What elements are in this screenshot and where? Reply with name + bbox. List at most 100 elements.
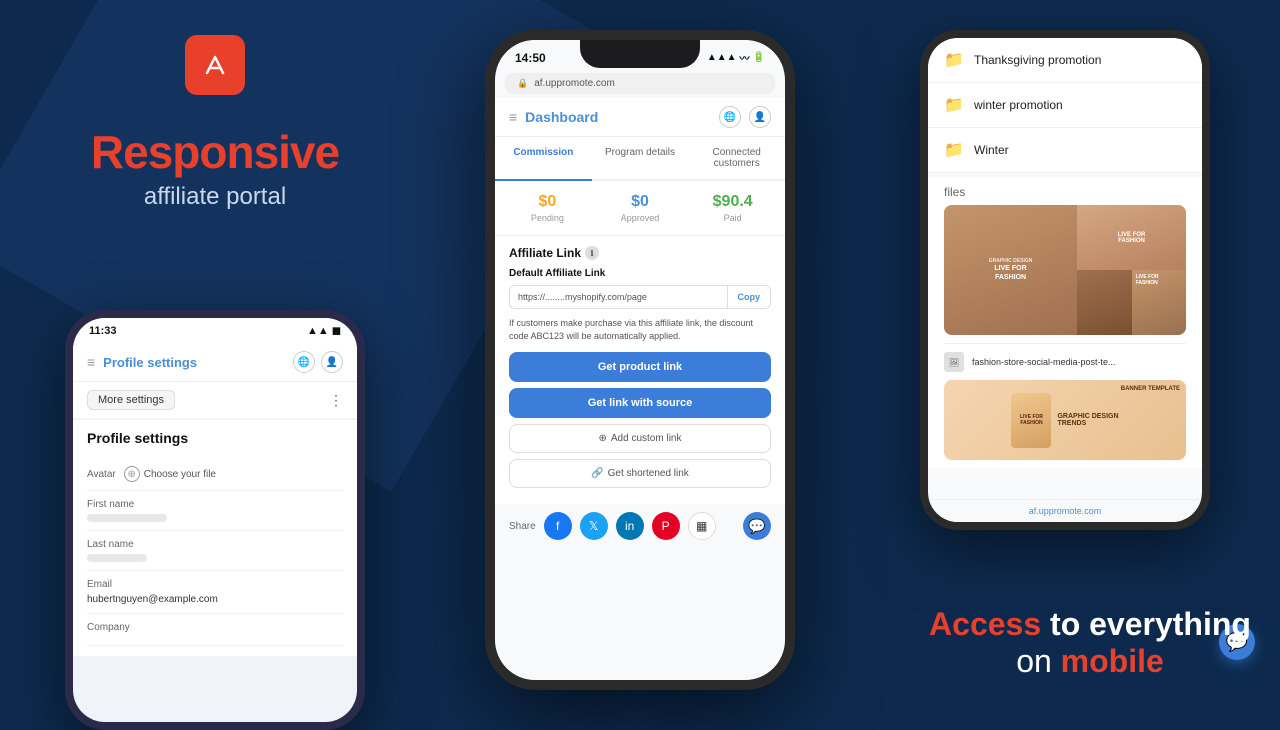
left-phone-icons: ▲▲ ◼ — [307, 324, 341, 337]
copy-btn[interactable]: Copy — [727, 286, 771, 308]
dashboard-nav: ≡ Dashboard 🌐 👤 — [495, 98, 785, 137]
link-input-row: https://........myshopify.com/page Copy — [509, 285, 771, 309]
nav-icons: 🌐 👤 — [293, 351, 343, 373]
mobile-accent-word: mobile — [1061, 643, 1164, 679]
access-accent-word: Access — [929, 606, 1041, 642]
right-phone-url-bar: af.uppromote.com — [928, 499, 1202, 522]
lock-icon: 🔒 — [517, 78, 528, 89]
pinterest-share-btn[interactable]: P — [652, 512, 680, 540]
center-phone-mockup: 14:50 ▲▲▲ 〰 🔋 🔒 af.uppromote.com ≡ Dashb… — [485, 30, 795, 690]
avatar-plus-icon: ⊕ — [124, 466, 140, 482]
wifi-icon: 〰 — [740, 50, 750, 65]
center-phone-time: 14:50 — [515, 51, 546, 65]
email-value: hubertnguyen@example.com — [87, 594, 343, 605]
tab-connected-customers[interactable]: Connected customers — [688, 137, 785, 179]
image-grid-top-right: LIVE FORFASHION — [1077, 205, 1186, 270]
get-shortened-link-btn[interactable]: 🔗 Get shortened link — [509, 459, 771, 488]
default-link-label: Default Affiliate Link — [509, 268, 771, 279]
folders-list: 📁 Thanksgiving promotion 📁 winter promot… — [928, 38, 1202, 173]
dashboard-nav-right: 🌐 👤 — [719, 106, 771, 128]
access-line2: on mobile — [920, 643, 1260, 680]
image-grid-left: GRAPHIC DESIGN LIVE FORFASHION — [944, 205, 1077, 335]
hamburger-icon: ≡ — [87, 354, 95, 370]
twitter-share-btn[interactable]: 𝕏 — [580, 512, 608, 540]
left-phone-nav: ≡ Profile settings 🌐 👤 — [73, 343, 357, 382]
image-grid-rb1 — [1077, 270, 1131, 335]
image-grid-bottom-right: LIVE FORFASHION — [1077, 270, 1186, 335]
stat-approved: $0 Approved — [596, 193, 685, 223]
folder-icon-winter: 📁 — [944, 140, 964, 160]
folder-name-winter: Winter — [974, 143, 1009, 157]
facebook-share-btn[interactable]: f — [544, 512, 572, 540]
access-rest: to everything — [1050, 606, 1251, 642]
share-row: Share f 𝕏 in P ▦ 💬 — [495, 504, 785, 548]
get-link-with-source-btn[interactable]: Get link with source — [509, 388, 771, 418]
qr-code-btn[interactable]: ▦ — [688, 512, 716, 540]
profile-settings-title: Profile settings — [103, 355, 197, 370]
folder-thanksgiving: 📁 Thanksgiving promotion — [928, 38, 1202, 83]
files-label: files — [944, 177, 1186, 205]
approved-value: $0 — [596, 193, 685, 211]
company-field: Company — [87, 614, 343, 646]
image-grid-right: LIVE FORFASHION LIVE FORFASHION — [1077, 205, 1186, 335]
avatar-choose-text: Choose your file — [144, 469, 216, 480]
right-phone-mockup: 📁 Thanksgiving promotion 📁 winter promot… — [920, 30, 1210, 530]
folder-winter: 📁 Winter — [928, 128, 1202, 173]
folder-winter-promo: 📁 winter promotion — [928, 83, 1202, 128]
file-name: fashion-store-social-media-post-te... — [972, 357, 1116, 367]
more-settings-btn[interactable]: More settings — [87, 390, 175, 410]
info-icon: ℹ — [585, 246, 599, 260]
paid-value: $90.4 — [688, 193, 777, 211]
logo-box — [185, 35, 245, 95]
stat-pending: $0 Pending — [503, 193, 592, 223]
add-custom-link-btn[interactable]: ⊕ Add custom link — [509, 424, 771, 453]
tagline-main: Responsive — [91, 125, 339, 179]
access-on: on — [1016, 643, 1060, 679]
left-phone-time: 11:33 — [89, 325, 117, 337]
pending-value: $0 — [503, 193, 592, 211]
lastname-value-bar — [87, 554, 147, 562]
battery-icon: 🔋 — [753, 52, 765, 63]
folder-name-winter-promo: winter promotion — [974, 98, 1063, 112]
lastname-field: Last name — [87, 531, 343, 571]
stat-paid: $90.4 Paid — [688, 193, 777, 223]
user-icon: 👤 — [321, 351, 343, 373]
file-thumbnail-icon: 🖼 — [944, 352, 964, 372]
get-product-link-btn[interactable]: Get product link — [509, 352, 771, 382]
status-icons: ▲▲▲ 〰 🔋 — [707, 50, 765, 65]
globe-icon: 🌐 — [293, 351, 315, 373]
right-section: 📁 Thanksgiving promotion 📁 winter promot… — [880, 0, 1280, 720]
files-section: files GRAPHIC DESIGN LIVE FORFASHION LIV… — [928, 177, 1202, 468]
pending-label: Pending — [503, 213, 592, 223]
share-label: Share — [509, 521, 536, 532]
banner-image: BANNER TEMPLATE LIVE FORFASHION GRAPHIC … — [944, 380, 1186, 460]
signal-icon: ▲▲▲ — [707, 52, 737, 63]
paid-label: Paid — [688, 213, 777, 223]
stats-row: $0 Pending $0 Approved $90.4 Paid — [495, 181, 785, 236]
access-text: Access to everything on mobile — [920, 606, 1260, 680]
globe-icon-center: 🌐 — [719, 106, 741, 128]
browser-bar: 🔒 af.uppromote.com — [505, 73, 775, 94]
file-name-row: 🖼 fashion-store-social-media-post-te... — [944, 343, 1186, 380]
link-icon: 🔗 — [591, 468, 603, 479]
chat-btn[interactable]: 💬 — [743, 512, 771, 540]
access-line1: Access to everything — [920, 606, 1260, 643]
lastname-label: Last name — [87, 539, 343, 550]
tabs-row: Commission Program details Connected cus… — [495, 137, 785, 181]
tagline-sub: affiliate portal — [144, 183, 286, 211]
linkedin-share-btn[interactable]: in — [616, 512, 644, 540]
image-grid-rb2: LIVE FORFASHION — [1132, 270, 1186, 335]
firstname-field: First name — [87, 491, 343, 531]
more-settings-bar: More settings ⋮ — [73, 382, 357, 418]
tab-program-details[interactable]: Program details — [592, 137, 689, 179]
affiliate-link-section: Affiliate Link ℹ Default Affiliate Link … — [495, 236, 785, 504]
user-icon-center: 👤 — [749, 106, 771, 128]
tab-commission[interactable]: Commission — [495, 137, 592, 181]
profile-settings-section: Profile settings Avatar ⊕ Choose your fi… — [73, 420, 357, 656]
link-url: https://........myshopify.com/page — [510, 286, 727, 308]
avatar-row: Avatar ⊕ Choose your file — [87, 458, 343, 491]
avatar-choose[interactable]: ⊕ Choose your file — [124, 466, 216, 482]
dashboard-nav-title: Dashboard — [525, 109, 598, 125]
affiliate-link-title: Affiliate Link ℹ — [509, 246, 771, 260]
folder-icon-thanksgiving: 📁 — [944, 50, 964, 70]
